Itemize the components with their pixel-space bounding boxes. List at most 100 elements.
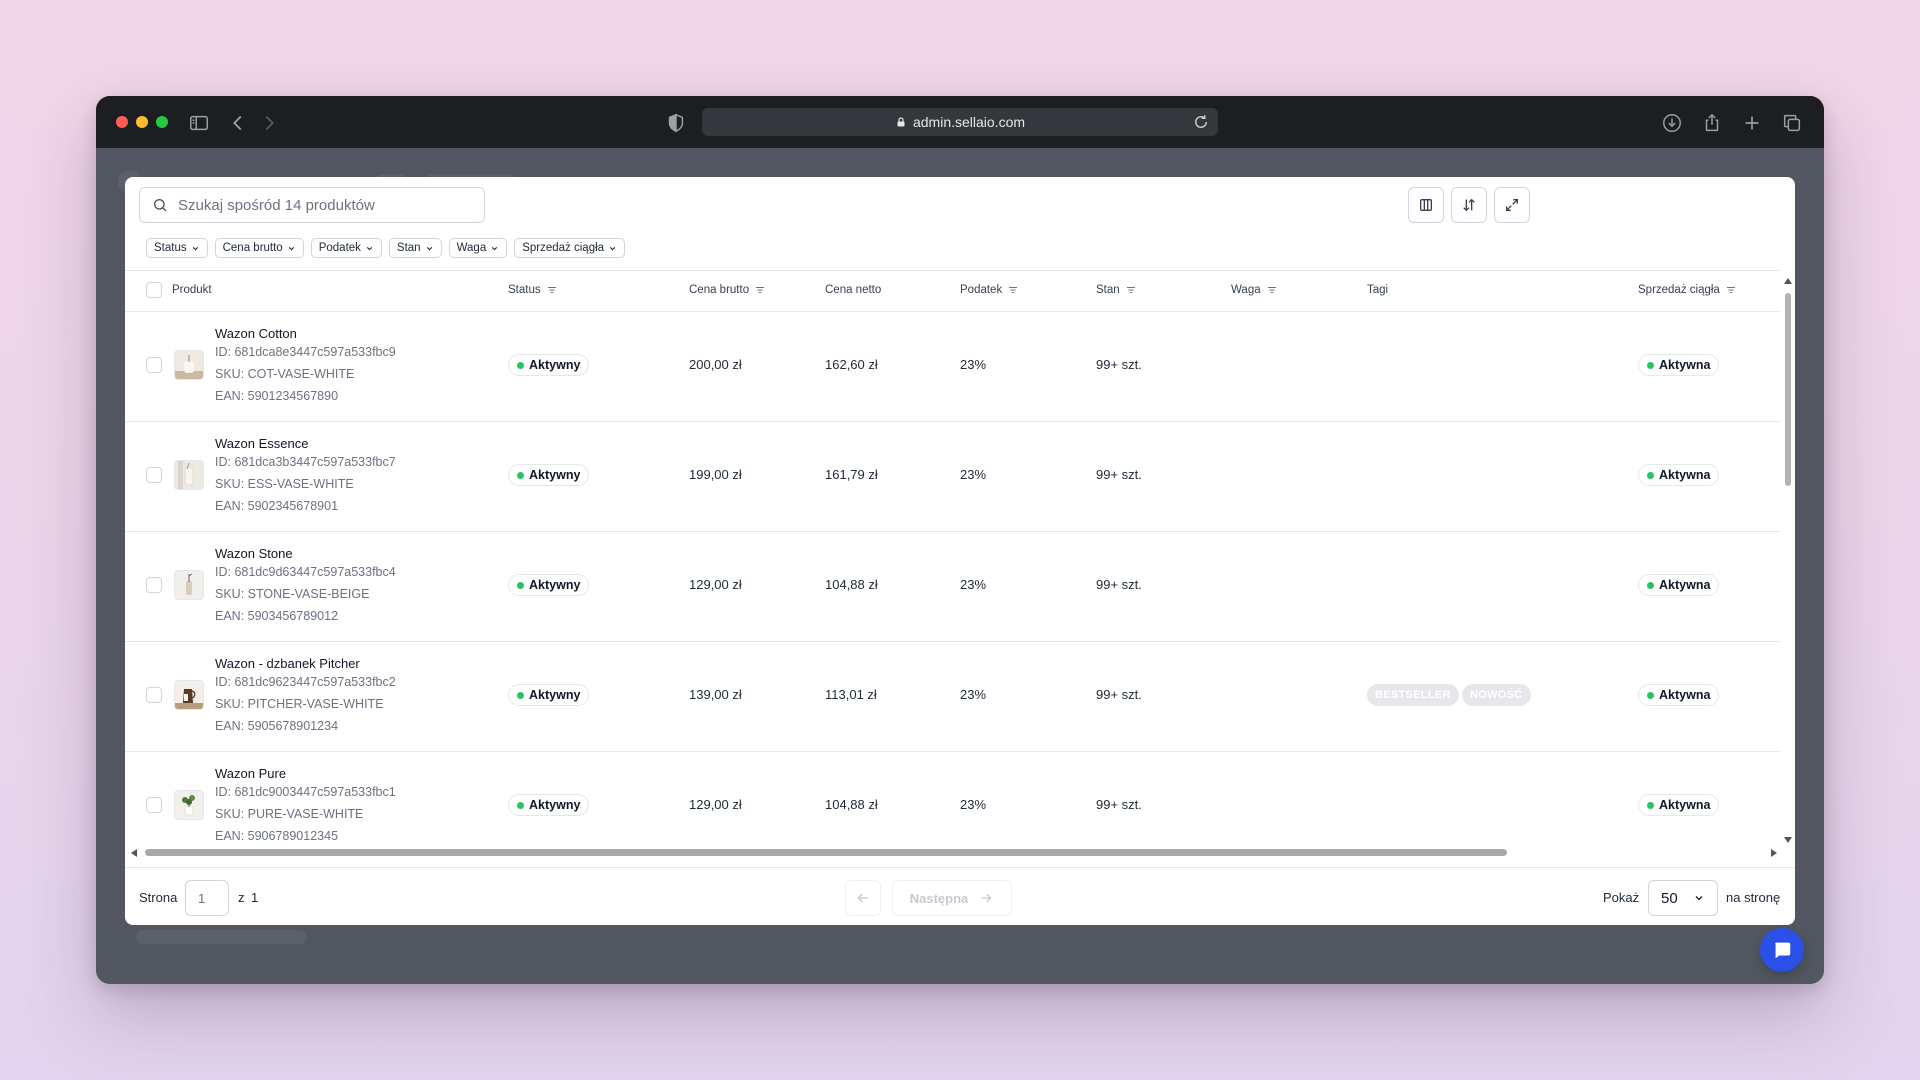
filter-lines-icon[interactable] xyxy=(1266,284,1278,296)
pagination-footer: Strona 1 z 1 Następna Pokaż 50 na stronę xyxy=(125,867,1795,925)
column-tags[interactable]: Tagi xyxy=(1367,284,1388,296)
sidebar-toggle-icon[interactable] xyxy=(188,112,210,134)
per-page-select[interactable]: 50 xyxy=(1648,880,1718,916)
product-thumbnail xyxy=(174,680,204,710)
search-input[interactable] xyxy=(176,195,460,215)
forward-icon[interactable] xyxy=(258,112,280,134)
column-weight[interactable]: Waga xyxy=(1231,284,1278,296)
filter-weight[interactable]: Waga xyxy=(448,238,508,258)
scroll-up-arrow[interactable] xyxy=(1784,278,1792,284)
gross-price: 199,00 zł xyxy=(689,467,742,482)
filter-lines-icon[interactable] xyxy=(1007,284,1019,296)
row-checkbox[interactable] xyxy=(146,577,162,593)
chat-support-button[interactable] xyxy=(1760,928,1804,972)
filter-lines-icon[interactable] xyxy=(546,284,558,296)
product-ean: EAN: 5906789012345 xyxy=(215,829,339,843)
table-row[interactable]: Wazon Pure ID: 681dc9003447c597a533fbc1 … xyxy=(125,751,1780,855)
row-checkbox[interactable] xyxy=(146,687,162,703)
gross-price: 129,00 zł xyxy=(689,797,742,812)
table-row[interactable]: Wazon - dzbanek Pitcher ID: 681dc9623447… xyxy=(125,641,1780,752)
stock-value: 99+ szt. xyxy=(1096,577,1142,592)
gross-price: 139,00 zł xyxy=(689,687,742,702)
continuous-sale-badge: Aktywna xyxy=(1638,354,1720,376)
status-dot xyxy=(517,581,524,589)
status-dot xyxy=(1647,581,1654,589)
zoom-window-button[interactable] xyxy=(156,116,168,128)
filter-tax[interactable]: Podatek xyxy=(310,238,382,258)
column-continuous-sale[interactable]: Sprzedaż ciągła xyxy=(1638,284,1737,296)
scroll-left-arrow[interactable] xyxy=(131,849,137,857)
tax-rate: 23% xyxy=(960,357,987,372)
select-all-checkbox[interactable] xyxy=(146,282,162,298)
filter-status[interactable]: Status xyxy=(146,238,208,258)
product-sku: SKU: PITCHER-VASE-WHITE xyxy=(215,697,384,711)
privacy-shield-icon[interactable] xyxy=(665,112,687,134)
vertical-scroll-thumb[interactable] xyxy=(1785,293,1791,486)
filter-continuous-sale[interactable]: Sprzedaż ciągła xyxy=(514,238,626,258)
column-stock[interactable]: Stan xyxy=(1096,284,1137,296)
product-thumbnail xyxy=(174,790,204,820)
new-tab-icon[interactable] xyxy=(1741,112,1763,134)
product-name[interactable]: Wazon - dzbanek Pitcher xyxy=(215,656,360,671)
previous-page-button[interactable] xyxy=(845,880,881,916)
product-thumbnail xyxy=(174,350,204,380)
table-row[interactable]: Wazon Stone ID: 681dc9d63447c597a533fbc4… xyxy=(125,531,1780,642)
columns-icon xyxy=(1420,199,1432,211)
status-badge: Aktywny xyxy=(508,354,590,376)
columns-button[interactable] xyxy=(1408,187,1444,223)
filter-lines-icon[interactable] xyxy=(1125,284,1137,296)
row-checkbox[interactable] xyxy=(146,357,162,373)
gross-price: 129,00 zł xyxy=(689,577,742,592)
share-icon[interactable] xyxy=(1701,112,1723,134)
column-tax[interactable]: Podatek xyxy=(960,284,1019,296)
filter-stock[interactable]: Stan xyxy=(388,238,442,258)
filter-bar: Status Cena brutto Podatek Stan Waga Spr… xyxy=(146,238,626,258)
table-row[interactable]: Wazon Cotton ID: 681dca8e3447c597a533fbc… xyxy=(125,311,1780,422)
column-product[interactable]: Produkt xyxy=(172,284,212,296)
status-dot xyxy=(517,801,524,809)
next-page-button[interactable]: Następna xyxy=(892,880,1012,916)
product-name[interactable]: Wazon Pure xyxy=(215,766,286,781)
status-badge: Aktywny xyxy=(508,574,590,596)
scroll-down-arrow[interactable] xyxy=(1784,837,1792,843)
table-row[interactable]: Wazon Essence ID: 681dca3b3447c597a533fb… xyxy=(125,421,1780,532)
status-badge: Aktywny xyxy=(508,794,590,816)
net-price: 161,79 zł xyxy=(825,467,878,482)
column-status[interactable]: Status xyxy=(508,284,558,296)
horizontal-scrollbar[interactable] xyxy=(129,846,1779,858)
search-icon xyxy=(154,199,167,212)
row-checkbox[interactable] xyxy=(146,797,162,813)
product-name[interactable]: Wazon Essence xyxy=(215,436,308,451)
close-window-button[interactable] xyxy=(116,116,128,128)
downloads-icon[interactable] xyxy=(1661,112,1683,134)
product-name[interactable]: Wazon Stone xyxy=(215,546,293,561)
page-number-input[interactable]: 1 xyxy=(185,880,229,916)
address-bar[interactable]: admin.sellaio.com xyxy=(702,108,1218,136)
fullscreen-button[interactable] xyxy=(1494,187,1530,223)
row-checkbox[interactable] xyxy=(146,467,162,483)
expand-icon xyxy=(1506,199,1518,211)
minimize-window-button[interactable] xyxy=(136,116,148,128)
sort-button[interactable] xyxy=(1451,187,1487,223)
browser-window: admin.sellaio.com Szukaj spośród 14 prod… xyxy=(96,96,1824,984)
reload-icon[interactable] xyxy=(1192,113,1210,131)
chevron-down-icon xyxy=(1695,896,1703,901)
product-sku: SKU: PURE-VASE-WHITE xyxy=(215,807,364,821)
filter-lines-icon[interactable] xyxy=(1725,284,1737,296)
back-icon[interactable] xyxy=(227,112,249,134)
status-dot xyxy=(1647,471,1654,479)
of-label: z xyxy=(238,890,245,905)
scroll-right-arrow[interactable] xyxy=(1771,849,1777,857)
column-gross-price[interactable]: Cena brutto xyxy=(689,284,766,296)
filter-gross-price[interactable]: Cena brutto xyxy=(214,238,304,258)
vertical-scrollbar[interactable] xyxy=(1783,278,1793,843)
product-name[interactable]: Wazon Cotton xyxy=(215,326,297,341)
tax-rate: 23% xyxy=(960,467,987,482)
continuous-sale-badge: Aktywna xyxy=(1638,574,1720,596)
filter-lines-icon[interactable] xyxy=(754,284,766,296)
horizontal-scroll-thumb[interactable] xyxy=(145,849,1507,856)
column-net-price[interactable]: Cena netto xyxy=(825,284,881,296)
status-dot xyxy=(517,691,524,699)
tab-overview-icon[interactable] xyxy=(1781,112,1803,134)
search-box[interactable] xyxy=(139,187,485,223)
